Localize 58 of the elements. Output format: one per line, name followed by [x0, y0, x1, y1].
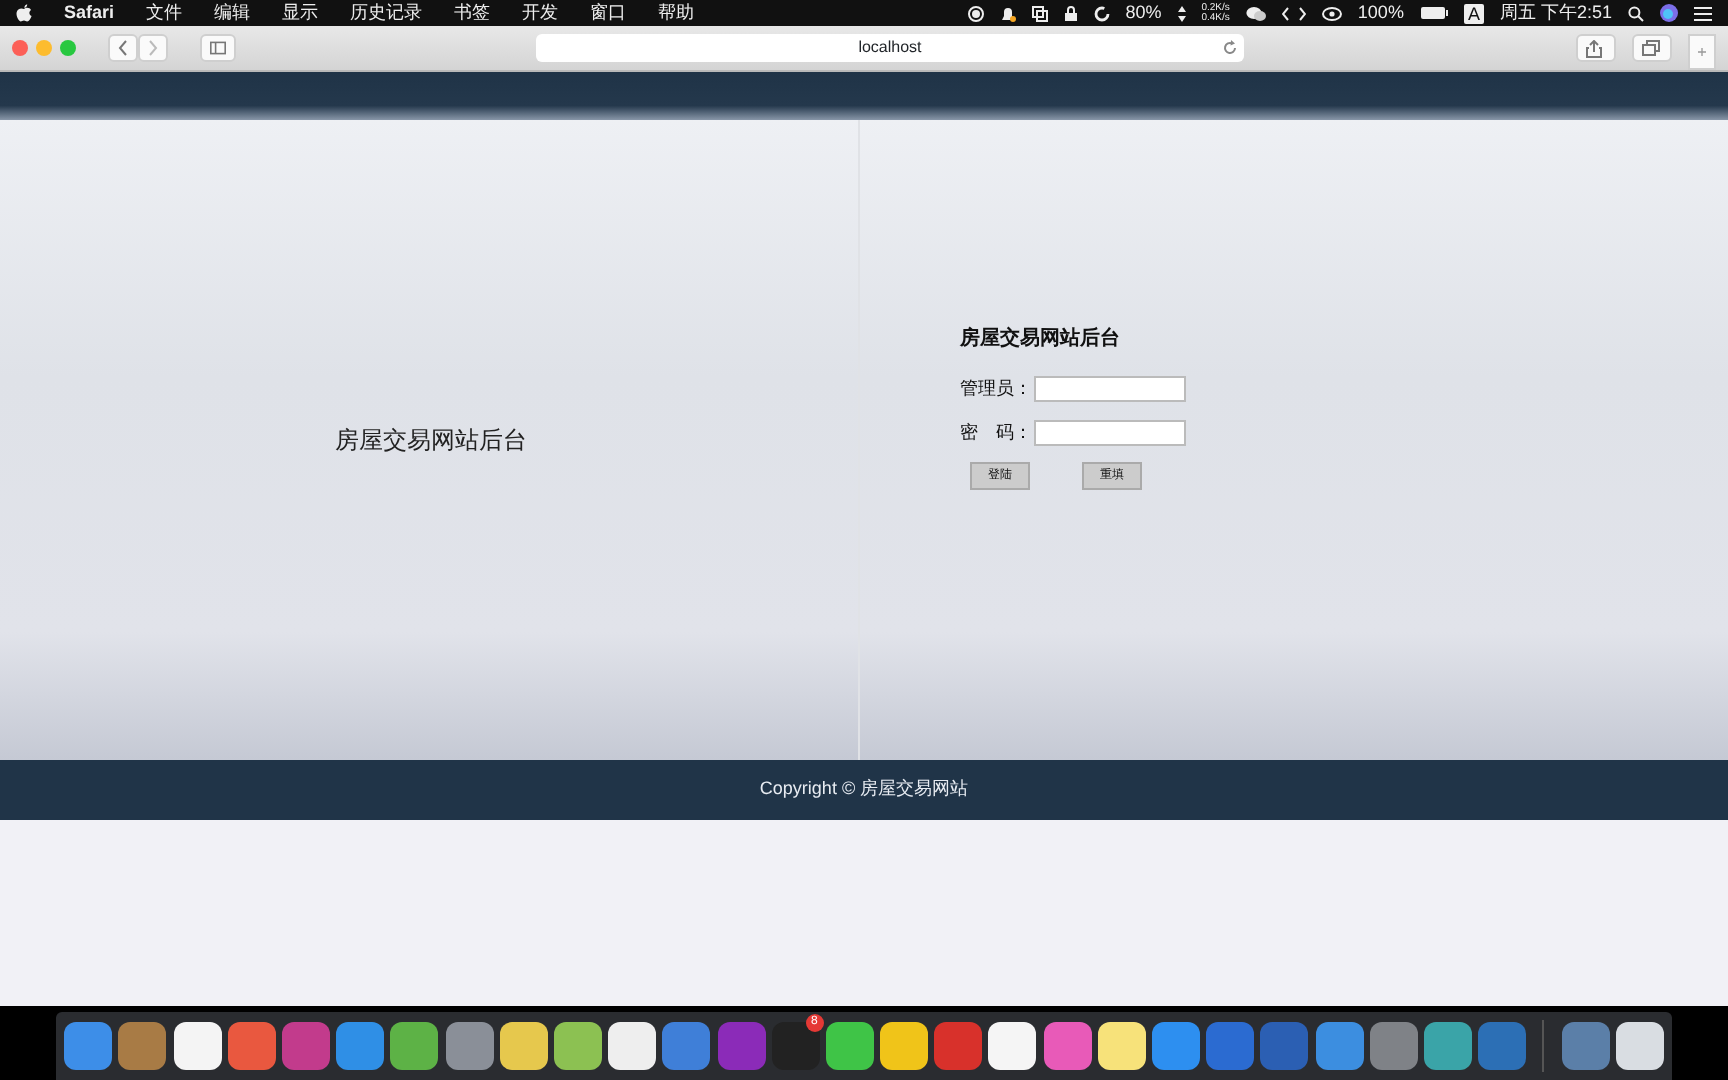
sidebar-icon — [210, 40, 226, 56]
site-title: 房屋交易网站后台 — [335, 424, 527, 458]
bell-icon[interactable] — [999, 5, 1016, 21]
menu-item[interactable]: 书签 — [454, 0, 491, 26]
dock-app-icon[interactable] — [1097, 1022, 1146, 1070]
share-icon — [1586, 39, 1602, 57]
dock-app-icon[interactable] — [608, 1022, 657, 1070]
apple-icon[interactable] — [16, 4, 32, 22]
menu-item[interactable]: 历史记录 — [350, 0, 423, 26]
battery-percent[interactable]: 80% — [1125, 0, 1162, 26]
progress-ring-icon[interactable] — [1093, 5, 1110, 21]
chat-icon[interactable] — [1245, 5, 1266, 21]
menu-item[interactable]: 文件 — [146, 0, 183, 26]
menu-item[interactable]: 编辑 — [214, 0, 251, 26]
siri-icon[interactable] — [1660, 4, 1678, 22]
input-field[interactable] — [1034, 376, 1186, 403]
record-icon[interactable] — [967, 5, 984, 21]
dock-app-icon[interactable] — [1615, 1022, 1664, 1070]
form-title: 房屋交易网站后台 — [960, 324, 1122, 354]
field-label: 密 码： — [960, 419, 1034, 445]
back-button[interactable] — [108, 34, 138, 62]
input-field[interactable] — [1034, 419, 1186, 446]
list-icon[interactable] — [1694, 5, 1712, 21]
code-brackets-icon[interactable] — [1281, 5, 1306, 21]
windows-icon[interactable] — [1031, 5, 1048, 21]
field-label: 管理员： — [960, 376, 1034, 402]
chevron-right-icon — [148, 40, 158, 56]
dock-app-icon[interactable] — [880, 1022, 929, 1070]
battery-icon[interactable] — [1419, 6, 1448, 20]
address-field[interactable]: localhost — [536, 34, 1244, 62]
dock-app-icon[interactable] — [173, 1022, 222, 1070]
dock-app-icon[interactable] — [390, 1022, 439, 1070]
updown-arrow-icon[interactable] — [1177, 5, 1186, 21]
app-menu[interactable]: Safari — [64, 0, 115, 26]
close-button[interactable] — [12, 40, 28, 56]
battery-percent[interactable]: 100% — [1357, 0, 1404, 26]
menu-item[interactable]: 开发 — [522, 0, 559, 26]
reload-icon[interactable] — [1222, 40, 1238, 56]
menu-item[interactable]: 显示 — [282, 0, 319, 26]
share-button[interactable] — [1576, 34, 1616, 62]
dock-app-icon[interactable] — [553, 1022, 602, 1070]
input-method-indicator[interactable]: A — [1463, 3, 1484, 23]
dock-app-icon[interactable] — [499, 1022, 548, 1070]
menu-clock[interactable]: 周五 下午2:51 — [1499, 0, 1612, 26]
search-icon[interactable] — [1628, 5, 1644, 21]
dock-app-icon[interactable] — [825, 1022, 874, 1070]
menu-item[interactable]: 窗口 — [590, 0, 627, 26]
dock-app-icon[interactable] — [988, 1022, 1037, 1070]
menu-item[interactable]: 帮助 — [658, 0, 695, 26]
address-text: localhost — [858, 38, 922, 56]
tabs-icon — [1642, 40, 1660, 56]
chevron-left-icon — [118, 40, 128, 56]
tabs-button[interactable] — [1632, 34, 1672, 62]
sidebar-button[interactable] — [200, 34, 236, 62]
plus-icon — [1698, 46, 1706, 58]
eye-icon[interactable] — [1321, 5, 1342, 21]
copyright-text: Copyright © 房屋交易网站 — [759, 776, 969, 803]
lock-icon[interactable] — [1063, 5, 1078, 21]
